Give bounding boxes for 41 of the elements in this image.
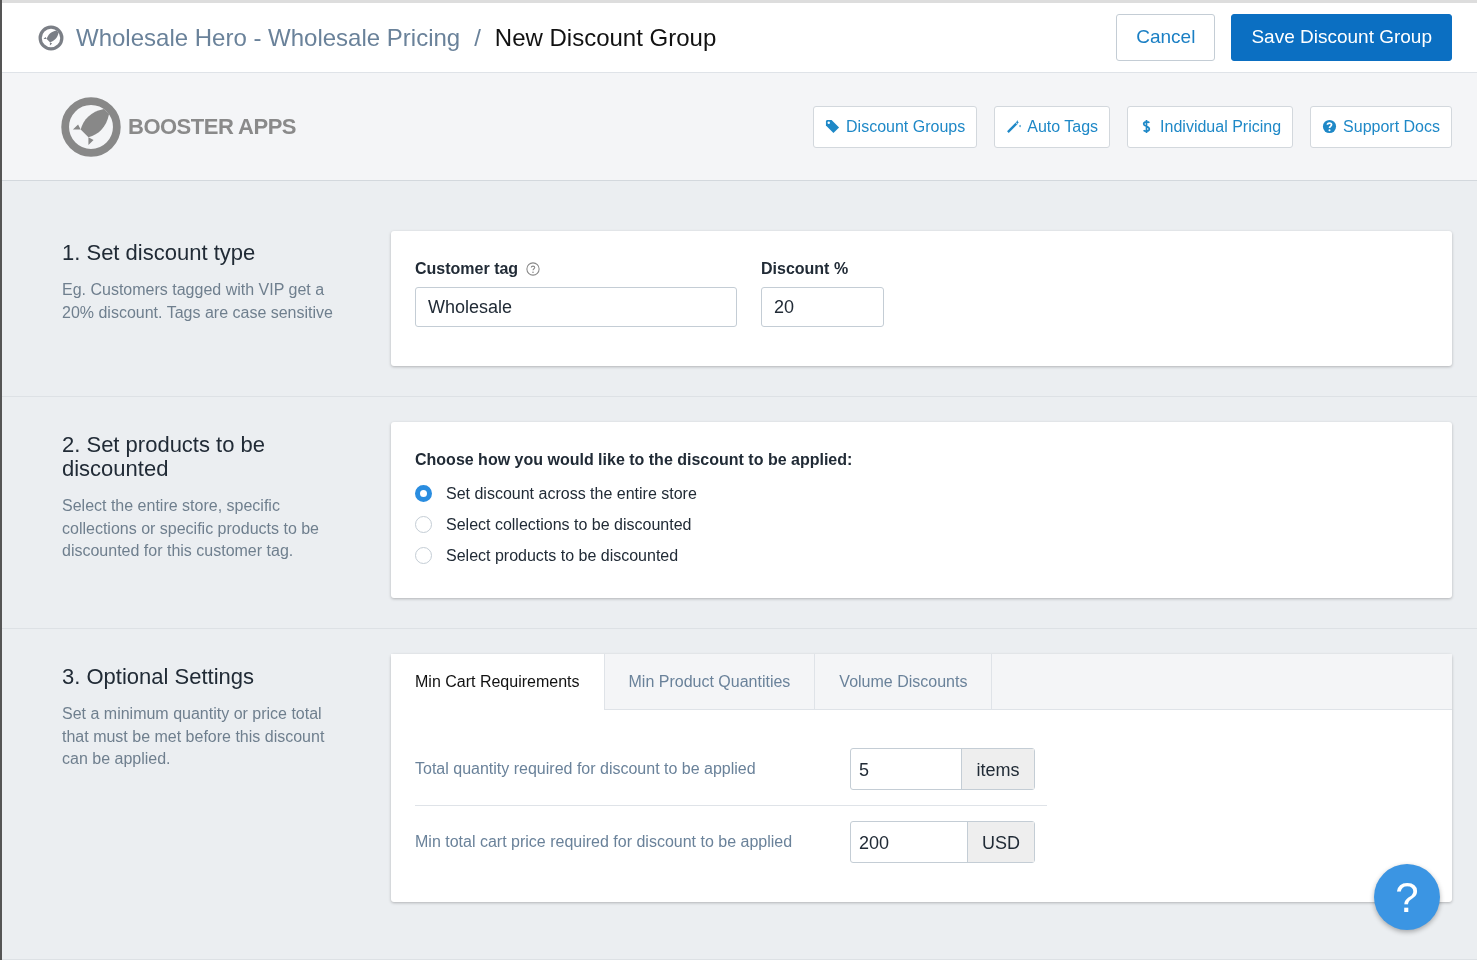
tab[interactable]: Volume Discounts xyxy=(815,654,993,709)
radio-label[interactable]: Set discount across the entire store xyxy=(446,481,697,506)
field-label: Discount % xyxy=(761,259,849,279)
text-input[interactable]: 20 xyxy=(761,287,884,327)
radio-button[interactable] xyxy=(415,516,432,533)
text-input[interactable]: Wholesale xyxy=(415,287,737,327)
section-description: Select the entire store, specific collections or specific products to be discounted for this customer tag. xyxy=(62,496,320,562)
section-description: Set a minimum quantity or price total that must be met before this discount can be applied. xyxy=(62,704,326,769)
section-title: 2. Set products to be discounted xyxy=(62,433,267,482)
nav-button[interactable]: Auto Tags xyxy=(994,105,1111,148)
section-description: Eg. Customers tagged with VIP get a 20% discount. Tags are case sensitive xyxy=(62,280,334,323)
nav-button[interactable]: Support Docs xyxy=(1310,105,1452,148)
rocket-logo-icon xyxy=(38,24,64,51)
nav-button[interactable]: Individual Pricing xyxy=(1127,105,1294,148)
help-icon xyxy=(1322,119,1338,134)
input-group[interactable]: 5 items xyxy=(850,748,1035,790)
help-icon xyxy=(526,262,541,276)
requirement-label: Min total cart price required for discount to be applied xyxy=(415,832,794,852)
tab[interactable]: Min Product Quantities xyxy=(604,654,816,709)
wand-icon xyxy=(1006,119,1022,134)
radio-button[interactable] xyxy=(415,485,432,502)
radio-label[interactable]: Select collections to be discounted xyxy=(446,512,692,537)
save-button[interactable]: Save Discount Group xyxy=(1231,14,1452,61)
tag-icon xyxy=(825,119,841,134)
radio-label[interactable]: Select products to be discounted xyxy=(446,543,679,568)
input-group[interactable]: 200 USD xyxy=(850,821,1035,863)
requirement-label: Total quantity required for discount to be applied xyxy=(415,759,757,779)
logo-text: BOOSTER APPS xyxy=(128,113,296,141)
app-title-link[interactable]: Wholesale Hero - Wholesale Pricing xyxy=(76,19,461,56)
tab[interactable]: Min Cart Requirements xyxy=(391,654,605,710)
section-title: 3. Optional Settings xyxy=(62,665,255,690)
radio-button[interactable] xyxy=(415,547,432,564)
question-text: Choose how you would like to the discount to be applied: xyxy=(415,450,854,470)
field-label: Customer tag xyxy=(415,259,519,279)
breadcrumb-separator: / xyxy=(474,22,481,53)
help-button[interactable]: ? xyxy=(1374,864,1440,930)
cancel-button[interactable]: Cancel xyxy=(1116,14,1216,61)
page-title: New Discount Group xyxy=(494,22,717,53)
nav-button[interactable]: Discount Groups xyxy=(813,105,978,148)
section-title: 1. Set discount type xyxy=(62,241,257,266)
rocket-logo-icon xyxy=(60,95,122,158)
